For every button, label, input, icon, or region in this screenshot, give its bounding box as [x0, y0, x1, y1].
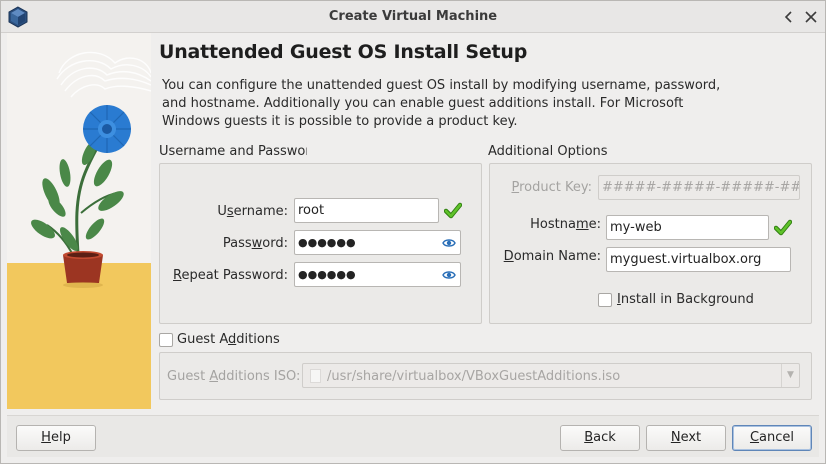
cancel-button[interactable]: Cancel: [732, 425, 812, 451]
product-key-label: Product Key:: [511, 180, 592, 195]
create-vm-dialog: Create Virtual Machine Unattended Guest …: [0, 0, 826, 464]
credentials-group-title: Username and Passworc: [159, 144, 307, 159]
window-title: Create Virtual Machine: [328, 9, 498, 24]
guest-additions-checkbox[interactable]: [159, 333, 173, 347]
install-in-background-label[interactable]: Install in Background: [617, 292, 754, 307]
valid-check-icon: [444, 202, 462, 219]
flower-pot-illustration: [7, 51, 151, 409]
repeat-password-field[interactable]: ●●●●●●: [294, 262, 461, 287]
domain-name-label: Domain Name:: [503, 249, 601, 264]
repeat-password-label: Repeat Password:: [173, 268, 288, 283]
title-bar[interactable]: Create Virtual Machine: [1, 1, 825, 33]
guest-additions-iso-path: /usr/share/virtualbox/VBoxGuestAdditions…: [327, 369, 621, 384]
next-button[interactable]: Next: [646, 425, 726, 451]
guest-additions-iso-label: Guest Additions ISO:: [167, 369, 301, 384]
chevron-down-icon[interactable]: ▼: [781, 364, 799, 387]
domain-name-field[interactable]: myguest.virtualbox.org: [606, 247, 791, 272]
install-in-background-checkbox[interactable]: [598, 293, 612, 307]
hostname-field[interactable]: my-web: [606, 215, 769, 240]
additional-options-group-title: Additional Options: [488, 144, 608, 159]
file-icon: [310, 369, 321, 383]
page-description: You can configure the unattended guest O…: [162, 78, 721, 129]
hostname-valid-check-icon: [774, 219, 792, 236]
page-heading: Unattended Guest OS Install Setup: [159, 41, 528, 63]
close-button[interactable]: [801, 7, 821, 27]
minimize-button[interactable]: [779, 7, 799, 27]
product-key-field[interactable]: #####-#####-#####-#####-#####: [598, 175, 800, 200]
guest-additions-label[interactable]: Guest Additions: [177, 332, 280, 347]
username-field[interactable]: root: [294, 198, 439, 223]
help-button[interactable]: Help: [16, 425, 96, 451]
show-password-eye-icon[interactable]: [442, 236, 456, 250]
password-field[interactable]: ●●●●●●: [294, 230, 461, 255]
hostname-label: Hostname:: [530, 217, 601, 232]
guest-additions-iso-combo[interactable]: /usr/share/virtualbox/VBoxGuestAdditions…: [302, 363, 800, 388]
back-button[interactable]: Back: [560, 425, 640, 451]
close-icon: [805, 11, 817, 23]
wizard-illustration: [7, 33, 151, 409]
password-label: Password:: [222, 236, 288, 251]
username-label: Username:: [217, 204, 288, 219]
show-repeat-password-eye-icon[interactable]: [442, 268, 456, 282]
chevron-left-icon: [784, 11, 792, 23]
